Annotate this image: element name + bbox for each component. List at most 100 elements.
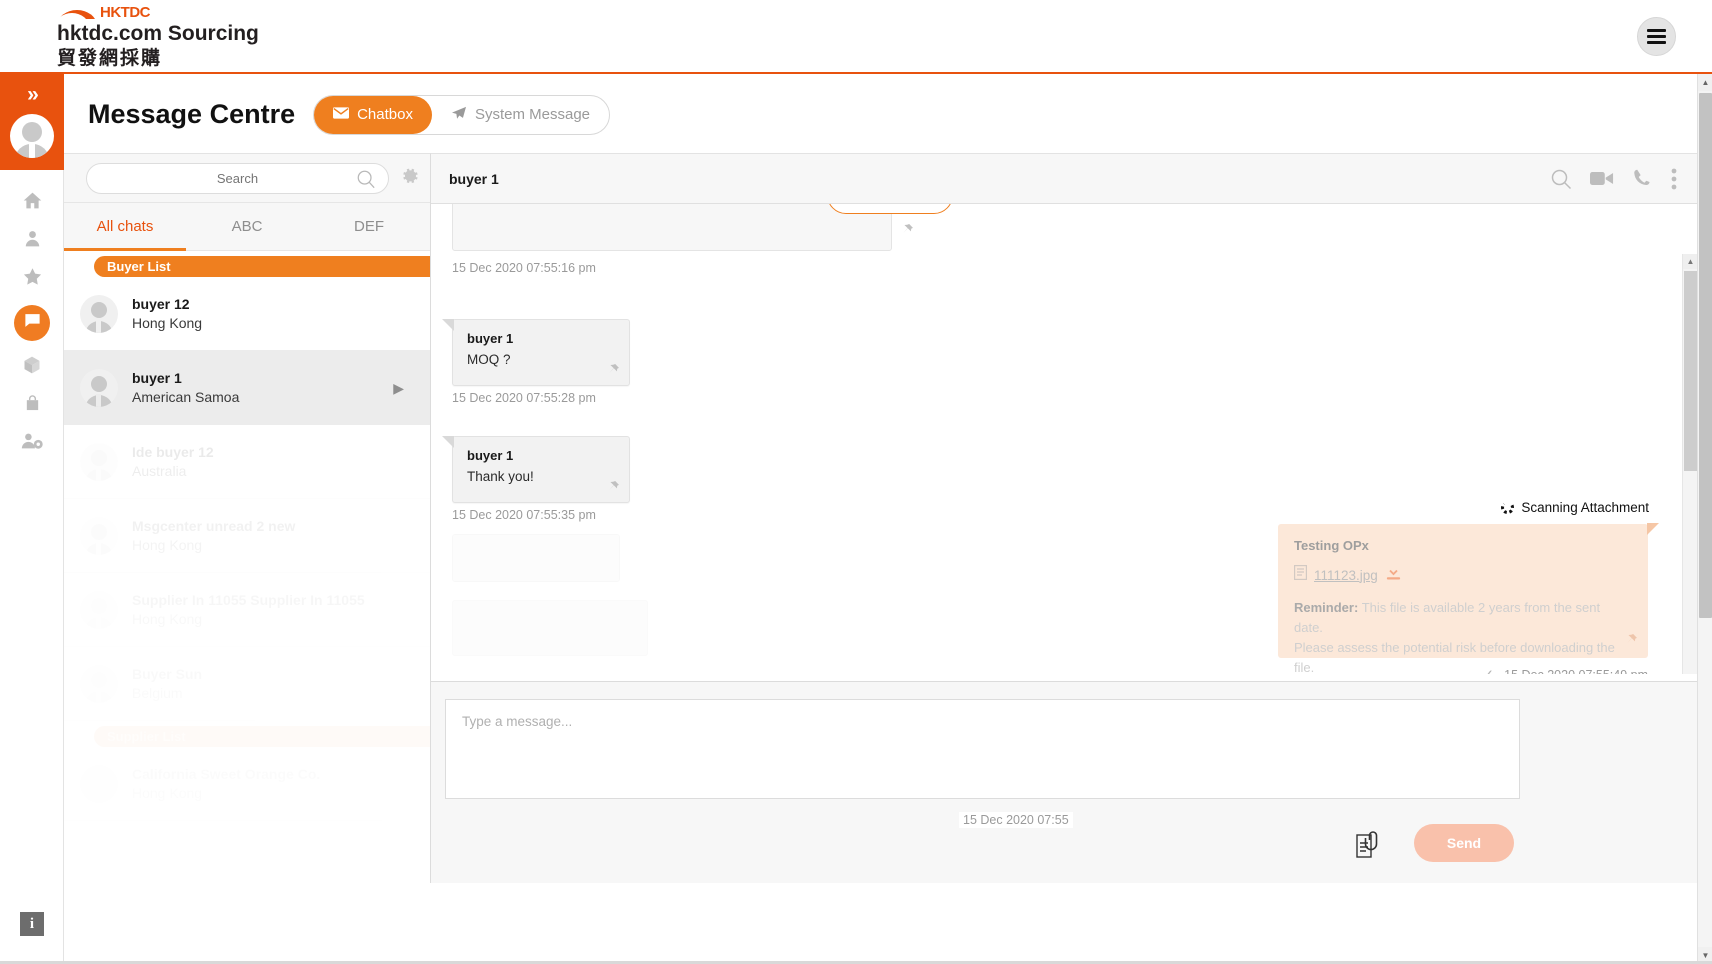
message-sender: buyer 1	[467, 331, 514, 346]
scroll-up-button[interactable]: ▲	[1698, 74, 1712, 91]
view-enquiry-button[interactable]: View Enquiry	[827, 204, 953, 214]
pin-icon[interactable]	[606, 363, 620, 380]
list-item[interactable]: Supplier In 11055 Supplier In 11055 Hong…	[64, 573, 430, 647]
list-item-name: buyer 12	[132, 295, 190, 312]
attachment-scan-label: Scanning Attachment	[1521, 500, 1649, 515]
list-item[interactable]: Msgcenter unread 2 new Hong Kong	[64, 499, 430, 573]
hamburger-bar	[1647, 29, 1666, 32]
video-camera-icon[interactable]	[1590, 170, 1614, 187]
person-icon	[23, 229, 42, 253]
tab-abc[interactable]: ABC	[186, 203, 308, 250]
tab-system-message[interactable]: System Message	[432, 96, 609, 134]
sidebar-item-messages[interactable]	[0, 298, 64, 348]
message-input-box[interactable]	[445, 699, 1520, 799]
search-box[interactable]	[86, 162, 389, 194]
message-area: View Enquiry 15 Dec 2020 07:55:16 pm buy…	[431, 204, 1697, 674]
list-item-location: American Samoa	[132, 388, 240, 405]
sidebar-item-products[interactable]	[0, 348, 64, 386]
avatar	[80, 665, 118, 703]
pin-icon[interactable]	[1624, 633, 1638, 652]
search-icon	[356, 169, 376, 194]
pin-icon[interactable]	[606, 480, 620, 497]
left-nav-rail: » i	[0, 74, 64, 964]
sidebar-item-home[interactable]	[0, 184, 64, 222]
attachment-scan-status: Scanning Attachment	[1501, 500, 1649, 515]
sidebar-item-orders[interactable]	[0, 386, 64, 424]
attachment-file-link[interactable]: 111123.jpg	[1314, 568, 1378, 583]
composer-timestamp: 15 Dec 2020 07:55	[959, 812, 1073, 828]
scroll-up-button[interactable]: ▲	[1683, 254, 1697, 269]
more-vertical-icon[interactable]	[1671, 168, 1677, 190]
person-gear-icon	[21, 431, 44, 456]
chat-bubble-icon	[23, 311, 42, 335]
message-placeholder	[452, 534, 620, 582]
brand-logo[interactable]: HKTDC hktdc.com Sourcing 貿發網採購	[57, 4, 259, 71]
tab-chatbox[interactable]: Chatbox	[314, 95, 432, 134]
double-chevron-right-icon[interactable]: »	[0, 84, 64, 105]
home-icon	[22, 190, 43, 216]
pin-icon[interactable]	[900, 223, 914, 242]
list-item[interactable]: California Sweet Orange Co. Hong Kong	[64, 747, 430, 821]
hamburger-bar	[1647, 35, 1666, 38]
list-item[interactable]: Ide buyer 12 Australia	[64, 425, 430, 499]
search-icon[interactable]	[1550, 168, 1572, 190]
attachment-timestamp-row: ✓ 15 Dec 2020 07:55:49 pm	[1482, 666, 1648, 674]
avatar	[80, 765, 118, 803]
list-item-location: Australia	[132, 462, 187, 479]
rail-header: »	[0, 74, 64, 170]
user-avatar-icon[interactable]	[10, 114, 54, 158]
list-item[interactable]: buyer 12 Hong Kong	[64, 277, 430, 351]
phone-icon[interactable]	[1632, 168, 1653, 189]
list-item-location: Hong Kong	[132, 610, 365, 629]
list-item[interactable]: Buyer Sun Belgium	[64, 647, 430, 721]
tab-def[interactable]: DEF	[308, 203, 430, 250]
brand-topbar: HKTDC hktdc.com Sourcing 貿發網採購	[0, 0, 1712, 74]
page-scrollbar[interactable]: ▲ ▼	[1697, 74, 1712, 964]
message-text: MOQ ?	[467, 352, 511, 367]
sidebar-item-account-settings[interactable]	[0, 424, 64, 462]
avatar-collar	[29, 143, 35, 158]
page-header: Message Centre Chatbox System Message	[64, 76, 1697, 153]
message-row: buyer 1 Thank you! 15 Dec 2020 07:55:35 …	[442, 436, 630, 522]
search-input[interactable]	[87, 170, 388, 186]
message-row: buyer 1 MOQ ? 15 Dec 2020 07:55:28 pm	[442, 319, 630, 405]
attachment-title: Testing OPx	[1294, 538, 1369, 553]
chat-contact-name: buyer 1	[449, 170, 499, 187]
page-title: Message Centre	[88, 99, 296, 129]
attachment-reminder: Reminder: This file is available 2 years…	[1294, 598, 1632, 674]
message-sender: buyer 1	[467, 448, 514, 463]
avatar	[80, 294, 118, 333]
message-scrollbar[interactable]: ▲ ▼	[1682, 254, 1697, 674]
conversation-list-panel: All chats ABC DEF Buyer List buyer 12 Ho…	[64, 153, 431, 883]
message-input[interactable]	[446, 700, 1519, 798]
message-timestamp: 15 Dec 2020 07:55:16 pm	[452, 261, 596, 275]
scrollbar-thumb[interactable]	[1699, 93, 1712, 618]
hktdc-swoosh-icon	[57, 6, 97, 19]
info-icon[interactable]: i	[20, 912, 44, 936]
message-timestamp: 15 Dec 2020 07:55:28 pm	[452, 391, 596, 405]
send-button[interactable]: Send	[1414, 824, 1514, 862]
paperclip-document-icon[interactable]	[1356, 830, 1378, 863]
gear-icon[interactable]	[398, 165, 420, 192]
enquiry-card: View Enquiry	[452, 204, 953, 251]
avatar	[80, 591, 118, 629]
chat-header: buyer 1	[431, 154, 1697, 204]
download-icon[interactable]	[1385, 564, 1402, 586]
message-bubble: buyer 1 MOQ ?	[442, 319, 630, 386]
list-item[interactable]: buyer 1 American Samoa ▶	[64, 351, 430, 425]
avatar	[80, 442, 118, 481]
list-item-location: Belgium	[132, 684, 202, 703]
list-item-name: Supplier In 11055 Supplier In 11055	[132, 591, 365, 610]
message-composer: 15 Dec 2020 07:55 Send	[431, 681, 1697, 883]
hktdc-acronym: HKTDC	[100, 4, 151, 21]
hamburger-icon[interactable]	[1637, 17, 1676, 56]
message-mode-switch: Chatbox System Message	[313, 94, 611, 135]
scrollbar-thumb[interactable]	[1684, 271, 1697, 471]
tab-all-chats[interactable]: All chats	[64, 203, 186, 251]
sidebar-item-favourites[interactable]	[0, 260, 64, 298]
envelope-icon	[333, 106, 350, 123]
sidebar-item-profile[interactable]	[0, 222, 64, 260]
chat-header-actions	[1550, 168, 1677, 190]
attachment-file-row: 111123.jpg	[1294, 564, 1632, 586]
box-icon	[22, 355, 42, 380]
